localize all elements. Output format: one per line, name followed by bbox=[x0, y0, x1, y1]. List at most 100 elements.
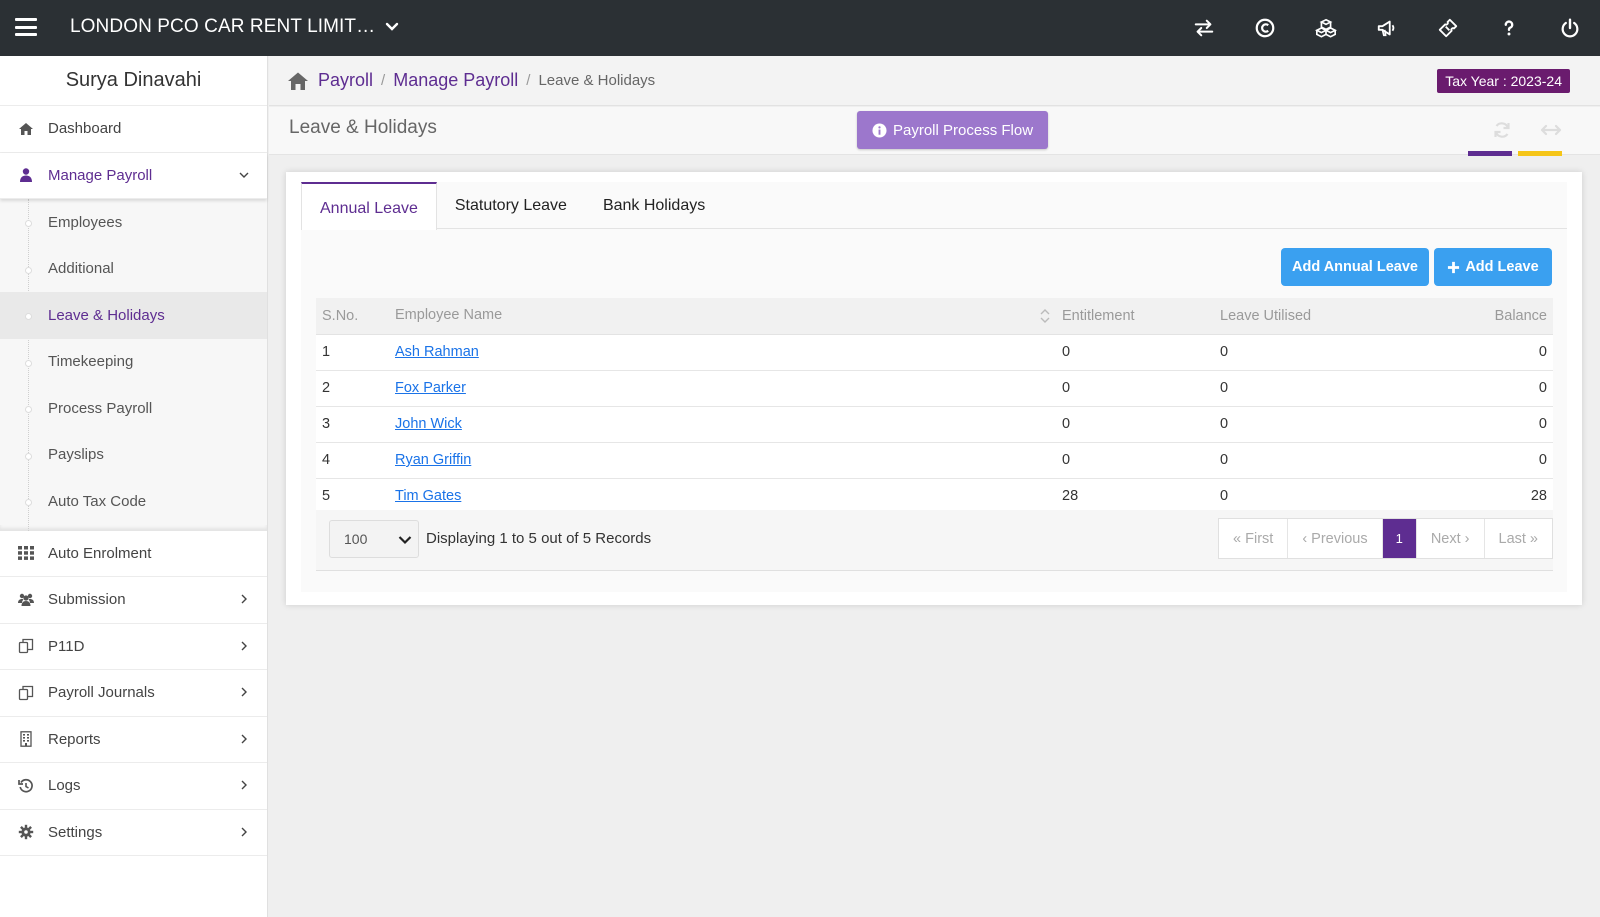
pagination: « First ‹ Previous 1 Next › Last » bbox=[1218, 518, 1553, 559]
tax-year-badge: Tax Year : 2023-24 bbox=[1437, 69, 1570, 93]
users-icon bbox=[18, 592, 34, 608]
add-leave-label: Add Leave bbox=[1465, 259, 1539, 275]
currency-icon[interactable] bbox=[1234, 0, 1295, 56]
breadcrumb-separator: / bbox=[526, 72, 531, 89]
add-leave-button[interactable]: Add Leave bbox=[1434, 248, 1552, 286]
tab-bank-holidays[interactable]: Bank Holidays bbox=[585, 182, 723, 229]
user-name: Surya Dinavahi bbox=[0, 56, 267, 106]
sidebar-item-label: Employees bbox=[48, 213, 123, 231]
sidebar-item-additional[interactable]: Additional bbox=[0, 246, 267, 293]
cell-sno: 3 bbox=[316, 406, 389, 443]
sidebar-item-logs[interactable]: Logs bbox=[0, 763, 267, 810]
cubes-icon[interactable] bbox=[1295, 0, 1356, 56]
page-size-value: 100 bbox=[344, 531, 368, 547]
sidebar-item-label: Payroll Journals bbox=[48, 684, 155, 702]
sidebar-item-payroll-journals[interactable]: Payroll Journals bbox=[0, 670, 267, 717]
header-balance: Balance bbox=[1384, 298, 1553, 335]
cell-utilised: 0 bbox=[1214, 406, 1384, 443]
sidebar-item-reports[interactable]: Reports bbox=[0, 717, 267, 763]
header-sno: S.No. bbox=[316, 298, 389, 335]
cell-entitlement: 0 bbox=[1056, 334, 1214, 371]
copy-icon bbox=[18, 638, 34, 654]
first-page-button[interactable]: « First bbox=[1219, 519, 1289, 558]
leave-tabs: Annual Leave Statutory Leave Bank Holida… bbox=[301, 182, 1567, 230]
cell-utilised: 0 bbox=[1214, 478, 1384, 515]
sidebar-item-label: Process Payroll bbox=[48, 399, 153, 417]
sidebar-item-auto-tax-code[interactable]: Auto Tax Code bbox=[0, 478, 267, 525]
home-icon bbox=[18, 121, 34, 137]
refresh-icon[interactable] bbox=[1492, 120, 1512, 140]
manage-payroll-submenu: Employees Additional Leave & Holidays Ti… bbox=[0, 199, 267, 531]
chevron-down-icon bbox=[398, 536, 412, 545]
home-icon[interactable] bbox=[287, 71, 309, 91]
cell-utilised: 0 bbox=[1214, 334, 1384, 371]
sidebar-item-manage-payroll[interactable]: Manage Payroll bbox=[0, 153, 267, 199]
accent-bar-yellow bbox=[1518, 151, 1562, 156]
records-count-text: Displaying 1 to 5 out of 5 Records bbox=[426, 530, 652, 547]
sort-icon[interactable] bbox=[1040, 308, 1050, 324]
payroll-process-flow-button[interactable]: Payroll Process Flow bbox=[857, 111, 1049, 149]
cell-balance: 0 bbox=[1384, 406, 1553, 443]
sidebar-item-label: Auto Tax Code bbox=[48, 492, 147, 510]
chevron-down-icon bbox=[386, 22, 399, 31]
leave-panel: Annual Leave Statutory Leave Bank Holida… bbox=[286, 172, 1582, 605]
cell-balance: 28 bbox=[1384, 478, 1553, 515]
sidebar-item-payslips[interactable]: Payslips bbox=[0, 432, 267, 479]
sidebar-item-label: Timekeeping bbox=[48, 353, 134, 371]
chevron-right-icon bbox=[241, 687, 247, 697]
sidebar-item-label: Reports bbox=[48, 730, 101, 748]
employee-link[interactable]: John Wick bbox=[395, 416, 462, 432]
info-icon bbox=[872, 122, 887, 138]
tab-annual-leave[interactable]: Annual Leave bbox=[301, 182, 437, 230]
header-employee-name[interactable]: Employee Name bbox=[389, 298, 1056, 335]
sidebar-item-label: Manage Payroll bbox=[48, 166, 153, 184]
sidebar-item-settings[interactable]: Settings bbox=[0, 810, 267, 856]
add-annual-leave-button[interactable]: Add Annual Leave bbox=[1281, 248, 1429, 286]
employee-link[interactable]: Tim Gates bbox=[395, 488, 461, 504]
employee-link[interactable]: Ryan Griffin bbox=[395, 452, 471, 468]
header-entitlement: Entitlement bbox=[1056, 298, 1214, 335]
sidebar-item-timekeeping[interactable]: Timekeeping bbox=[0, 339, 267, 386]
expand-horizontal-icon[interactable] bbox=[1540, 120, 1562, 140]
tab-statutory-leave[interactable]: Statutory Leave bbox=[437, 182, 585, 229]
company-selector[interactable]: LONDON PCO CAR RENT LIMIT… bbox=[70, 16, 399, 38]
power-icon[interactable] bbox=[1539, 0, 1600, 56]
hamburger-menu-icon[interactable] bbox=[15, 18, 37, 36]
cell-utilised: 0 bbox=[1214, 370, 1384, 407]
employee-link[interactable]: Fox Parker bbox=[395, 380, 466, 396]
megaphone-icon[interactable] bbox=[1356, 0, 1417, 56]
history-icon bbox=[18, 778, 34, 794]
chevron-right-icon bbox=[241, 594, 247, 604]
transfer-icon[interactable] bbox=[1173, 0, 1234, 56]
sidebar-item-submission[interactable]: Submission bbox=[0, 577, 267, 624]
table-row: 2 Fox Parker 0 0 0 bbox=[316, 370, 1553, 407]
breadcrumb-separator: / bbox=[381, 72, 386, 89]
ticket-icon[interactable] bbox=[1417, 0, 1478, 56]
employee-link[interactable]: Ash Rahman bbox=[395, 344, 479, 360]
breadcrumb-payroll-link[interactable]: Payroll bbox=[318, 70, 373, 91]
page-1-button[interactable]: 1 bbox=[1382, 519, 1417, 558]
sidebar-item-dashboard[interactable]: Dashboard bbox=[0, 106, 267, 153]
accent-bar-purple bbox=[1468, 151, 1512, 156]
copy-icon bbox=[18, 685, 34, 701]
breadcrumb-current: Leave & Holidays bbox=[538, 72, 656, 89]
breadcrumb-manage-payroll-link[interactable]: Manage Payroll bbox=[393, 70, 518, 91]
sidebar-item-employees[interactable]: Employees bbox=[0, 199, 267, 246]
sidebar-item-auto-enrolment[interactable]: Auto Enrolment bbox=[0, 531, 267, 577]
user-icon bbox=[18, 167, 34, 183]
sidebar-item-label: Payslips bbox=[48, 446, 104, 464]
page-size-select[interactable]: 100 bbox=[329, 520, 419, 558]
sidebar-item-label: Dashboard bbox=[48, 120, 122, 138]
sidebar-item-p11d[interactable]: P11D bbox=[0, 624, 267, 670]
help-icon[interactable] bbox=[1478, 0, 1539, 56]
sidebar-item-leave-holidays[interactable]: Leave & Holidays bbox=[0, 292, 267, 339]
building-icon bbox=[18, 731, 34, 748]
cell-balance: 0 bbox=[1384, 334, 1553, 371]
next-page-button[interactable]: Next › bbox=[1417, 519, 1485, 558]
previous-page-button[interactable]: ‹ Previous bbox=[1288, 519, 1383, 558]
cell-entitlement: 0 bbox=[1056, 370, 1214, 407]
last-page-button[interactable]: Last » bbox=[1485, 519, 1553, 558]
sidebar-item-process-payroll[interactable]: Process Payroll bbox=[0, 385, 267, 432]
payroll-process-flow-label: Payroll Process Flow bbox=[893, 121, 1034, 139]
page-title: Leave & Holidays bbox=[289, 117, 437, 138]
